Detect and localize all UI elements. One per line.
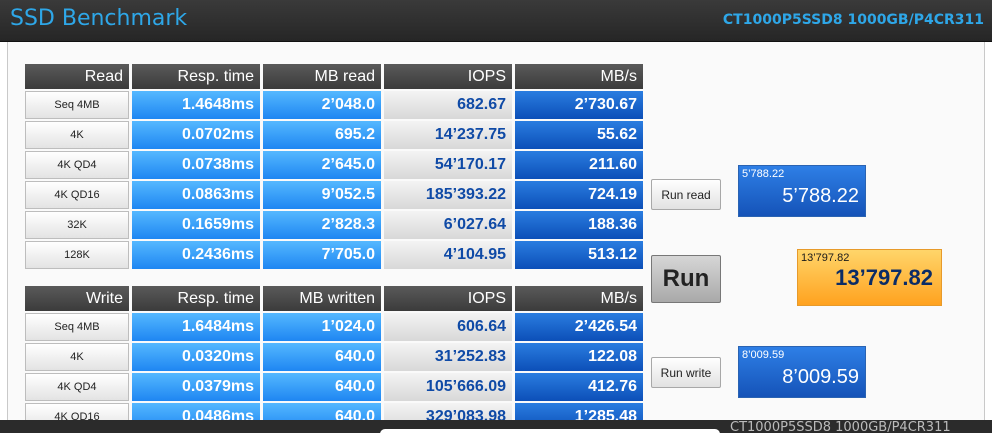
write-test-seq4mb-button[interactable]: Seq 4MB bbox=[25, 313, 129, 341]
read-header-label: Read bbox=[25, 64, 129, 89]
write-test-4k-button[interactable]: 4K bbox=[25, 343, 129, 371]
read-resp-time: 0.1659ms bbox=[132, 211, 260, 239]
write-mbs-value: 2’426.54 bbox=[515, 313, 643, 341]
write-mb-value: 1’024.0 bbox=[263, 313, 381, 341]
app-title: SSD Benchmark bbox=[10, 6, 188, 31]
read-test-128k-button[interactable]: 128K bbox=[25, 241, 129, 269]
read-iops-value: 4’104.95 bbox=[384, 241, 512, 269]
write-mb-value: 640.0 bbox=[263, 373, 381, 401]
read-iops-value: 682.67 bbox=[384, 91, 512, 119]
read-header-mbs: MB/s bbox=[515, 64, 643, 89]
read-resp-time: 1.4648ms bbox=[132, 91, 260, 119]
write-score-box: 8’009.59 8’009.59 bbox=[738, 346, 866, 398]
write-header-iops: IOPS bbox=[384, 286, 512, 311]
total-score-small: 13’797.82 bbox=[801, 252, 850, 264]
write-resp-time: 1.6484ms bbox=[132, 313, 260, 341]
drive-model: CT1000P5SSD8 1000GB/P4CR311 bbox=[722, 12, 984, 28]
write-score-small: 8’009.59 bbox=[742, 349, 785, 361]
read-resp-time: 0.0738ms bbox=[132, 151, 260, 179]
read-resp-time: 0.0702ms bbox=[132, 121, 260, 149]
run-button[interactable]: Run bbox=[651, 255, 721, 303]
read-mb-value: 2’048.0 bbox=[263, 91, 381, 119]
total-score-box: 13’797.82 13’797.82 bbox=[797, 249, 942, 306]
read-mb-value: 695.2 bbox=[263, 121, 381, 149]
write-mb-value: 640.0 bbox=[263, 343, 381, 371]
read-resp-time: 0.2436ms bbox=[132, 241, 260, 269]
write-results-table: Write Resp. time MB written IOPS MB/s Se… bbox=[25, 286, 643, 431]
run-read-button[interactable]: Run read bbox=[651, 179, 721, 210]
read-mbs-value: 513.12 bbox=[515, 241, 643, 269]
read-header-mb: MB read bbox=[263, 64, 381, 89]
write-mbs-value: 412.76 bbox=[515, 373, 643, 401]
write-header-resp: Resp. time bbox=[132, 286, 260, 311]
read-results-table: Read Resp. time MB read IOPS MB/s Seq 4M… bbox=[25, 64, 643, 269]
read-mbs-value: 724.19 bbox=[515, 181, 643, 209]
read-header-resp: Resp. time bbox=[132, 64, 260, 89]
read-mb-value: 7’705.0 bbox=[263, 241, 381, 269]
read-iops-value: 14’237.75 bbox=[384, 121, 512, 149]
read-iops-value: 54’170.17 bbox=[384, 151, 512, 179]
read-iops-value: 185’393.22 bbox=[384, 181, 512, 209]
read-header-iops: IOPS bbox=[384, 64, 512, 89]
write-iops-value: 606.64 bbox=[384, 313, 512, 341]
read-score-small: 5’788.22 bbox=[742, 168, 785, 180]
read-mb-value: 2’828.3 bbox=[263, 211, 381, 239]
run-write-button[interactable]: Run write bbox=[651, 357, 721, 388]
read-test-4kqd4-button[interactable]: 4K QD4 bbox=[25, 151, 129, 179]
taskbar-search-input[interactable] bbox=[380, 429, 720, 433]
write-iops-value: 31’252.83 bbox=[384, 343, 512, 371]
read-mb-value: 9’052.5 bbox=[263, 181, 381, 209]
write-score-value: 8’009.59 bbox=[782, 366, 859, 388]
read-score-value: 5’788.22 bbox=[782, 185, 859, 207]
read-mbs-value: 2’730.67 bbox=[515, 91, 643, 119]
write-resp-time: 0.0379ms bbox=[132, 373, 260, 401]
title-bar: SSD Benchmark CT1000P5SSD8 1000GB/P4CR31… bbox=[0, 0, 992, 42]
total-score-value: 13’797.82 bbox=[835, 265, 933, 290]
read-test-32k-button[interactable]: 32K bbox=[25, 211, 129, 239]
taskbar: CT1000P5SSD8 1000GB/P4CR311 bbox=[0, 420, 992, 433]
read-mbs-value: 55.62 bbox=[515, 121, 643, 149]
write-iops-value: 105’666.09 bbox=[384, 373, 512, 401]
read-iops-value: 6’027.64 bbox=[384, 211, 512, 239]
write-mbs-value: 122.08 bbox=[515, 343, 643, 371]
write-header-label: Write bbox=[25, 286, 129, 311]
read-test-seq4mb-button[interactable]: Seq 4MB bbox=[25, 91, 129, 119]
write-header-mb: MB written bbox=[263, 286, 381, 311]
read-mbs-value: 188.36 bbox=[515, 211, 643, 239]
write-test-4kqd4-button[interactable]: 4K QD4 bbox=[25, 373, 129, 401]
read-test-4kqd16-button[interactable]: 4K QD16 bbox=[25, 181, 129, 209]
read-test-4k-button[interactable]: 4K bbox=[25, 121, 129, 149]
read-resp-time: 0.0863ms bbox=[132, 181, 260, 209]
read-mbs-value: 211.60 bbox=[515, 151, 643, 179]
taskbar-window-title[interactable]: CT1000P5SSD8 1000GB/P4CR311 bbox=[730, 420, 951, 433]
read-mb-value: 2’645.0 bbox=[263, 151, 381, 179]
write-header-mbs: MB/s bbox=[515, 286, 643, 311]
read-score-box: 5’788.22 5’788.22 bbox=[738, 165, 866, 217]
write-resp-time: 0.0320ms bbox=[132, 343, 260, 371]
